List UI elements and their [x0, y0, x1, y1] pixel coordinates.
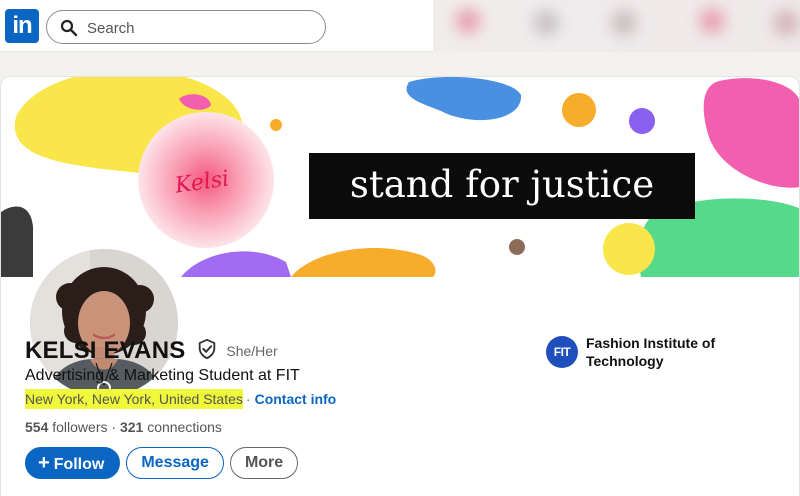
followers-count[interactable]: 554: [25, 419, 48, 435]
shield-check-icon[interactable]: [196, 338, 218, 360]
location-separator: ·: [245, 391, 251, 407]
more-button[interactable]: More: [229, 447, 299, 479]
plus-icon: +: [38, 452, 50, 474]
pronouns: She/Her: [226, 343, 278, 359]
profile-headline: Advertising & Marketing Student at FIT: [25, 367, 300, 384]
profile-card: stand for justice Kelsi KELSI EVANS She/…: [0, 76, 800, 496]
profile-location: New York, New York, United States: [25, 389, 243, 409]
nav-items-blurred: [433, 0, 800, 52]
message-button[interactable]: Message: [126, 447, 224, 479]
search-icon: [60, 19, 78, 37]
fit-logo: FIT: [546, 336, 578, 368]
profile-actions: + Follow Message More: [25, 447, 304, 479]
follow-button[interactable]: + Follow: [25, 447, 121, 479]
org-name[interactable]: Fashion Institute of Technology: [586, 334, 736, 370]
profile-name: KELSI EVANS: [25, 337, 186, 364]
linkedin-logo[interactable]: in: [5, 9, 39, 43]
profile-stats: 554 followers · 321 connections: [25, 419, 222, 435]
location-row: New York, New York, United States · Contac…: [25, 389, 337, 409]
search-input[interactable]: [87, 17, 307, 39]
followers-label: followers: [52, 419, 108, 435]
search-bar[interactable]: [46, 10, 326, 44]
stats-separator: ·: [111, 419, 117, 435]
follow-label: Follow: [53, 456, 105, 473]
contact-info-link[interactable]: Contact info: [255, 391, 337, 407]
banner-tagline: stand for justice: [350, 163, 654, 206]
connections-label: connections: [147, 419, 222, 435]
name-row: KELSI EVANS She/Her: [25, 337, 278, 364]
connections-count[interactable]: 321: [120, 419, 143, 435]
top-nav: in: [0, 0, 800, 52]
